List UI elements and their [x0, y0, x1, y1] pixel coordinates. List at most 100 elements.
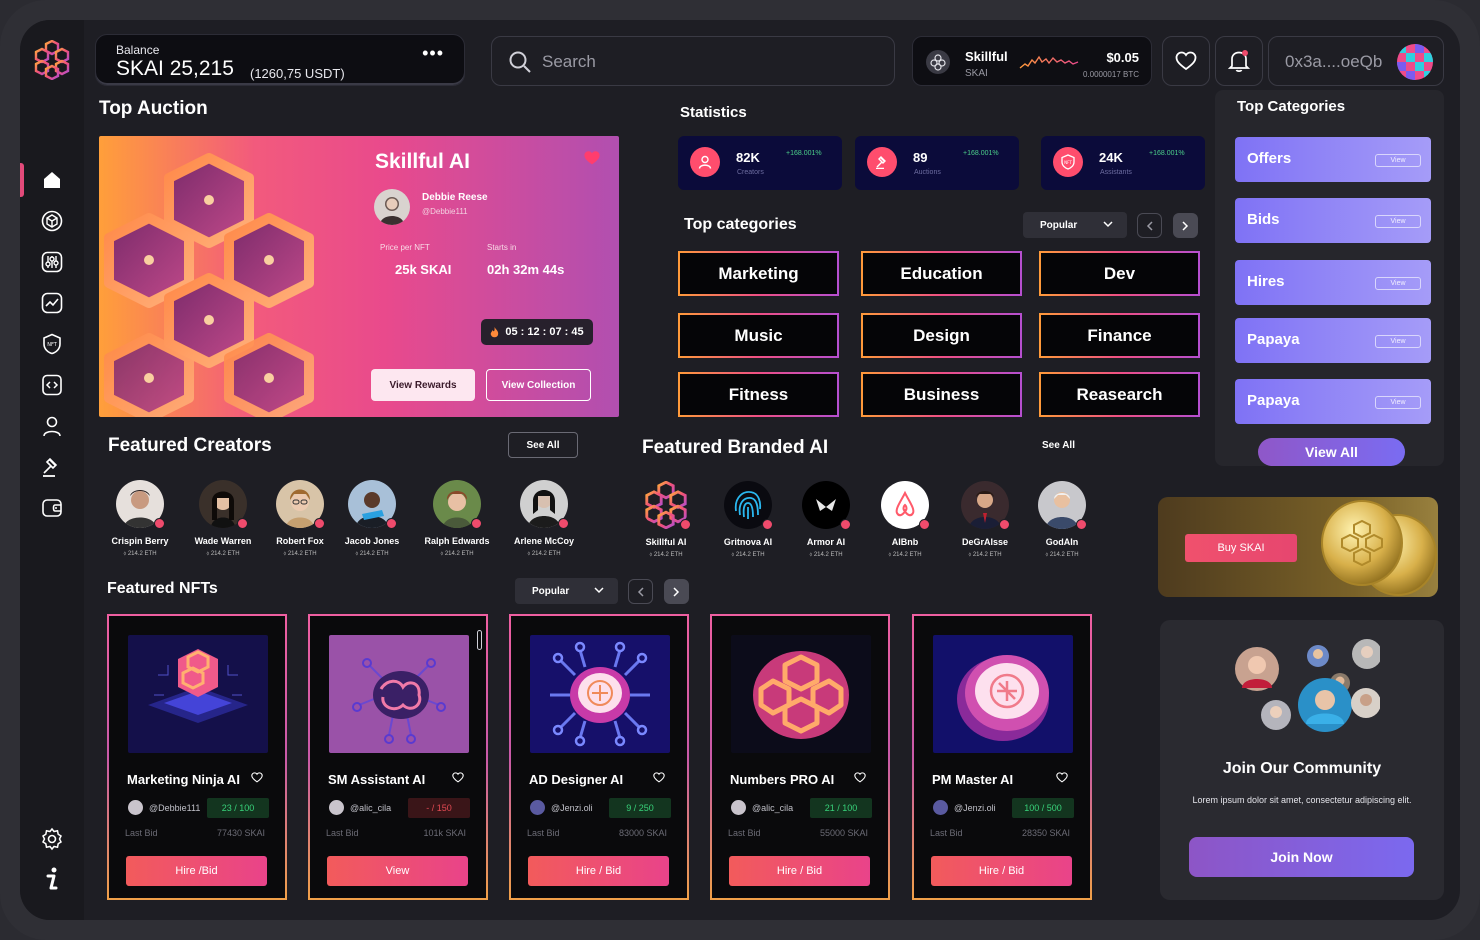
category-tile[interactable]: Reasearch	[1039, 372, 1200, 417]
more-dots-icon[interactable]: •••	[422, 43, 444, 64]
nft-next-button[interactable]	[664, 579, 689, 604]
panel-view-button[interactable]: View	[1375, 396, 1421, 409]
category-prev-button[interactable]	[1137, 213, 1162, 238]
heart-icon[interactable]	[653, 772, 665, 783]
category-tile[interactable]: Music	[678, 313, 839, 358]
category-next-button[interactable]	[1173, 213, 1198, 238]
chevron-left-icon	[637, 586, 644, 597]
creator-eth-value: 214.2 ETH	[287, 551, 317, 557]
nav-analytics[interactable]	[38, 289, 66, 317]
panel-view-button[interactable]: View	[1375, 215, 1421, 228]
creator-item[interactable]: Arlene McCoy ⬨ 214.2 ETH	[505, 480, 583, 558]
brand-item[interactable]: AIBnb ⬨ 214.2 ETH	[866, 481, 944, 559]
brand-eth-value: 214.2 ETH	[653, 552, 683, 558]
creator-handle: @Debbie111	[422, 207, 468, 216]
view-rewards-button[interactable]: View Rewards	[371, 369, 475, 401]
creator-eth-value: 214.2 ETH	[127, 551, 157, 557]
view-button[interactable]: View	[327, 856, 468, 886]
category-tile[interactable]: Education	[861, 251, 1022, 296]
panel-category-item[interactable]: Offers View	[1235, 137, 1431, 182]
panel-category-item[interactable]: Papaya View	[1235, 379, 1431, 424]
category-tile[interactable]: Finance	[1039, 313, 1200, 358]
creator-item[interactable]: Robert Fox ⬨ 214.2 ETH	[261, 480, 339, 558]
hire-bid-button[interactable]: Hire /Bid	[126, 856, 267, 886]
favorite-heart-icon[interactable]	[583, 150, 601, 166]
hire-bid-button[interactable]: Hire / Bid	[528, 856, 669, 886]
category-tile[interactable]: Design	[861, 313, 1022, 358]
stat-label: Auctions	[914, 169, 941, 176]
brand-item[interactable]: Skillful AI ⬨ 214.2 ETH	[627, 481, 705, 559]
stat-value: 82K	[736, 150, 760, 165]
brand-item[interactable]: Gritnova AI ⬨ 214.2 ETH	[709, 481, 787, 559]
nft-card[interactable]: Numbers PRO AI @alic_cila 21 / 100 Last …	[710, 614, 890, 900]
favorites-button[interactable]	[1162, 36, 1210, 86]
featured-creators-title: Featured Creators	[108, 435, 272, 456]
heart-icon[interactable]	[1056, 772, 1068, 783]
creators-see-all-button[interactable]: See All	[508, 432, 578, 458]
notifications-button[interactable]	[1215, 36, 1263, 86]
nav-profile[interactable]	[38, 412, 66, 440]
brand-item[interactable]: Armor AI ⬨ 214.2 ETH	[787, 481, 865, 559]
view-collection-button[interactable]: View Collection	[486, 369, 591, 401]
panel-category-item[interactable]: Bids View	[1235, 198, 1431, 243]
brand-logo	[724, 481, 773, 530]
category-tile[interactable]: Dev	[1039, 251, 1200, 296]
panel-category-item[interactable]: Hires View	[1235, 260, 1431, 305]
nav-controls[interactable]	[38, 248, 66, 276]
verified-badge-icon	[919, 519, 930, 530]
panel-view-button[interactable]: View	[1375, 335, 1421, 348]
nft-card[interactable]: PM Master AI @Jenzi.oli 100 / 500 Last B…	[912, 614, 1092, 900]
panel-view-button[interactable]: View	[1375, 154, 1421, 167]
nft-card[interactable]: Marketing Ninja AI @Debbie111 23 / 100 L…	[107, 614, 287, 900]
brand-eth: ⬨ 214.2 ETH	[968, 552, 1002, 558]
app-logo[interactable]	[32, 39, 72, 81]
nft-card[interactable]: SM Assistant AI @alic_cila - / 150 Last …	[308, 614, 488, 900]
nav-settings[interactable]	[38, 825, 66, 853]
heart-icon[interactable]	[251, 772, 263, 783]
category-tile[interactable]: Fitness	[678, 372, 839, 417]
nav-code[interactable]	[38, 371, 66, 399]
search-bar[interactable]	[491, 36, 895, 86]
heart-icon[interactable]	[452, 772, 464, 783]
hire-bid-button[interactable]: Hire / Bid	[729, 856, 870, 886]
category-tile[interactable]: Business	[861, 372, 1022, 417]
starts-value: 02h 32m 44s	[487, 262, 565, 277]
category-tile[interactable]: Marketing	[678, 251, 839, 296]
creator-item[interactable]: Crispin Berry ⬨ 214.2 ETH	[101, 480, 179, 558]
nft-prev-button[interactable]	[628, 579, 653, 604]
nav-nft[interactable]: NFT	[38, 330, 66, 358]
brand-item[interactable]: GodAIn ⬨ 214.2 ETH	[1023, 481, 1101, 559]
app-screen: NFT Balance SKAI 25,215 (1260,75 USDT) •…	[20, 20, 1460, 920]
nav-wallet[interactable]	[38, 494, 66, 522]
view-all-button[interactable]: View All	[1258, 438, 1405, 466]
nav-marketplace[interactable]	[38, 207, 66, 235]
nav-auctions[interactable]	[38, 453, 66, 481]
hire-bid-button[interactable]: Hire / Bid	[931, 856, 1072, 886]
search-input[interactable]	[542, 49, 872, 75]
panel-view-button[interactable]: View	[1375, 277, 1421, 290]
creator-item[interactable]: Jacob Jones ⬨ 214.2 ETH	[333, 480, 411, 558]
category-filter-dropdown[interactable]: Popular	[1023, 212, 1127, 238]
creator-item[interactable]: Wade Warren ⬨ 214.2 ETH	[184, 480, 262, 558]
nav-home[interactable]	[38, 166, 66, 194]
community-title: Join Our Community	[1222, 760, 1382, 777]
panel-category-item[interactable]: Papaya View	[1235, 318, 1431, 363]
buy-skai-card: Buy SKAI	[1158, 497, 1438, 597]
scrollbar-thumb[interactable]	[477, 630, 482, 650]
brand-name: GodAIn	[1045, 537, 1079, 547]
buy-skai-button[interactable]: Buy SKAI	[1185, 534, 1297, 562]
nft-filter-dropdown[interactable]: Popular	[515, 578, 618, 604]
bell-icon	[1228, 50, 1250, 72]
join-now-button[interactable]: Join Now	[1189, 837, 1414, 877]
nft-shield-icon: NFT	[43, 333, 61, 355]
brand-item[interactable]: DeGrAIsse ⬨ 214.2 ETH	[946, 481, 1024, 559]
dropdown-value: Popular	[1040, 219, 1078, 231]
nft-card[interactable]: AD Designer AI @Jenzi.oli 9 / 250 Last B…	[509, 614, 689, 900]
price-ticker[interactable]: Skillful SKAI $0.05 0.0000017 BTC	[912, 36, 1152, 86]
heart-icon[interactable]	[854, 772, 866, 783]
nav-info[interactable]	[38, 865, 66, 893]
auction-card[interactable]: Skillful AI Debbie Reese @Debbie111 Pric…	[99, 136, 619, 417]
wallet-address-button[interactable]: 0x3a....oeQb	[1268, 36, 1444, 86]
branded-see-all-link[interactable]: See All	[1042, 440, 1075, 451]
creator-item[interactable]: Ralph Edwards ⬨ 214.2 ETH	[418, 480, 496, 558]
